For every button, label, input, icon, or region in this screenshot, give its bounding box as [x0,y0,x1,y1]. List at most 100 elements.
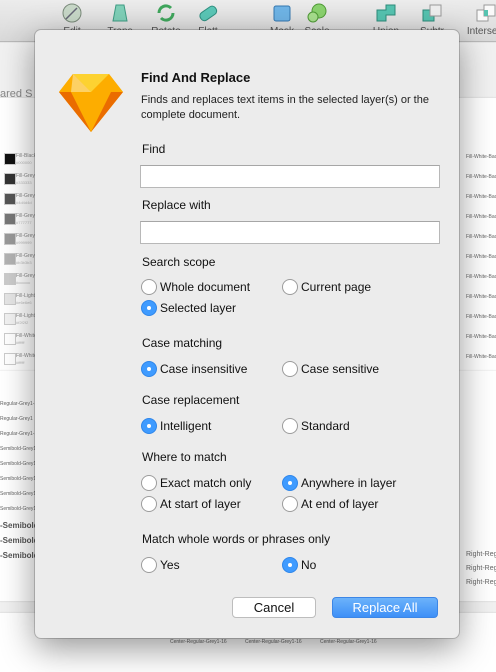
pen-icon [62,3,82,23]
scale-icon [307,3,327,23]
swatch-name-right: Fill-White-Back [466,354,496,360]
swatch-name: Fill-Light [16,293,35,299]
radio-button[interactable] [141,557,157,573]
radio-current-page[interactable]: Current page [282,278,371,296]
radio-button[interactable] [141,475,157,491]
radio-whole-document[interactable]: Whole document [141,278,250,296]
radio-label: Case insensitive [160,362,248,376]
cancel-button[interactable]: Cancel [232,597,316,618]
radio-label: Whole document [160,280,251,294]
search-scope-label: Search scope [142,255,216,269]
case-replacement-label: Case replacement [142,393,240,407]
text-style-name-right: Right-Regu [466,565,496,572]
swatch-name-right: Fill-White-Back [466,214,496,220]
swatch-hex: #777777 [16,220,32,225]
radio-button[interactable] [141,300,157,316]
swatch-name: Fill-White [16,333,37,339]
radio-case-insensitive[interactable]: Case insensitive [141,360,247,378]
radio-label: No [301,558,317,572]
swatch-name-right: Fill-White-Back [466,154,496,160]
text-style-name-right: Right-Regu [466,579,496,586]
color-swatch [4,233,16,245]
radio-button[interactable] [141,279,157,295]
sketch-diamond-icon [59,74,123,132]
radio-selected-layer[interactable]: Selected layer [141,299,236,317]
radio-intelligent[interactable]: Intelligent [141,417,211,435]
swatch-name-right: Fill-White-Back [466,334,496,340]
radio-button[interactable] [282,361,298,377]
radio-anywhere-in-layer[interactable]: Anywhere in layer [282,474,396,492]
radio-button[interactable] [141,418,157,434]
transform-icon [112,4,128,22]
whole-words-label: Match whole words or phrases only [142,532,331,546]
swatch-hex: #f2f2f2 [16,320,29,325]
swatch-name-right: Fill-White-Back [466,314,496,320]
swatch-hex: #ffffff [16,340,25,345]
replace-input[interactable] [140,221,440,244]
where-to-match-label: Where to match [142,450,227,464]
color-swatch [4,333,16,345]
color-swatch [4,353,16,365]
replace-label: Replace with [142,198,211,212]
radio-label: At end of layer [301,497,379,511]
radio-label: At start of layer [160,497,241,511]
swatch-hex: #000000 [16,160,32,165]
radio-button[interactable] [282,557,298,573]
radio-button[interactable] [282,418,298,434]
toolbar-label: Intersect [466,26,496,37]
rotate-icon [157,4,175,22]
radio-button[interactable] [282,475,298,491]
swatch-name-right: Fill-White-Back [466,234,496,240]
radio-whole-words-yes[interactable]: Yes [141,556,180,574]
bottom-label: Center-Regular-Grey1-16 [320,639,377,645]
color-swatch [4,293,16,305]
replace-all-button[interactable]: Replace All [332,597,438,618]
radio-label: Case sensitive [301,362,380,376]
bottom-label: Center-Regular-Grey1-16 [170,639,227,645]
swatch-hex: #ffffff [16,360,25,365]
color-swatch [4,253,16,265]
color-swatch [4,153,16,165]
color-swatch [4,193,16,205]
radio-start-of-layer[interactable]: At start of layer [141,495,241,513]
swatch-name: Fill-Black [16,153,37,159]
radio-button[interactable] [282,496,298,512]
text-style-name-right: Right-Regu [466,551,496,558]
intersect-icon [476,4,496,22]
find-label: Find [142,142,166,156]
radio-standard[interactable]: Standard [282,417,350,435]
swatch-hex: #4d4d4d [16,200,32,205]
swatch-hex: #b3b3b3 [16,260,32,265]
radio-label: Standard [301,419,350,433]
radio-button[interactable] [141,496,157,512]
subtract-icon [422,4,442,22]
radio-whole-words-no[interactable]: No [282,556,316,574]
swatch-hex: #999999 [16,240,32,245]
union-icon [376,4,396,22]
swatch-name-right: Fill-White-Back [466,294,496,300]
color-swatch [4,313,16,325]
color-swatch [4,213,16,225]
find-input[interactable] [140,165,440,188]
radio-button[interactable] [141,361,157,377]
text-style-name: Regular-Grey1 [0,416,33,422]
color-swatch [4,173,16,185]
radio-exact-match[interactable]: Exact match only [141,474,251,492]
radio-label: Selected layer [160,301,237,315]
dialog-description: Finds and replaces text items in the sel… [141,94,429,121]
swatch-name-right: Fill-White-Back [466,274,496,280]
radio-label: Anywhere in layer [301,476,397,490]
swatch-name-right: Fill-White-Back [466,254,496,260]
artboard-title: ared S [0,88,33,100]
radio-label: Intelligent [160,419,212,433]
swatch-hex: #e6e6e6 [16,300,32,305]
color-swatch [4,273,16,285]
swatch-hex: #333333 [16,180,32,185]
swatch-name-right: Fill-White-Back [466,174,496,180]
radio-button[interactable] [282,279,298,295]
radio-end-of-layer[interactable]: At end of layer [282,495,378,513]
radio-case-sensitive[interactable]: Case sensitive [282,360,379,378]
toolbar-intersect[interactable]: Intersect [466,0,496,42]
radio-label: Yes [160,558,180,572]
swatch-name-right: Fill-White-Back [466,194,496,200]
